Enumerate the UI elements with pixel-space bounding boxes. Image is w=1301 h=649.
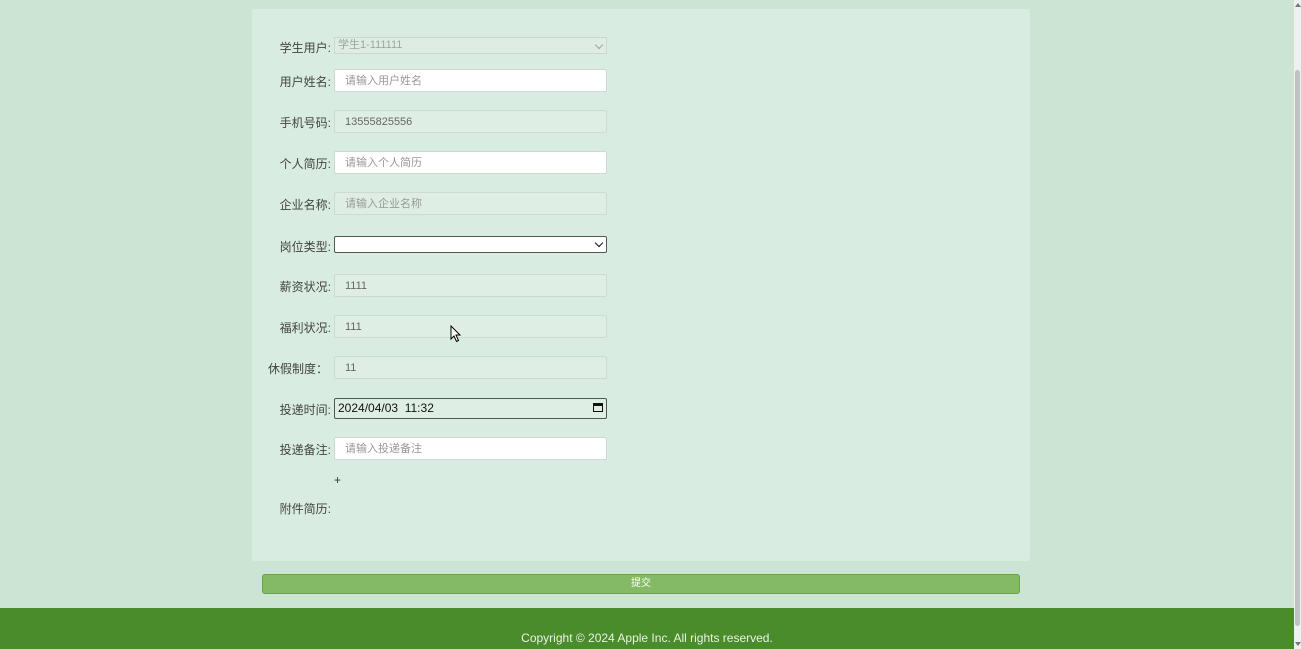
scrollbar-thumb[interactable]: [1295, 70, 1300, 626]
application-form: 学生用户: 学生1-111111 用户姓名: 手机号码: 个人简历: 企业名称:: [252, 9, 1030, 561]
attachment-label: 附件简历:: [279, 502, 331, 516]
vacation-label: 休假制度：: [267, 362, 328, 376]
form-row-attachment: 附件简历:: [252, 499, 1030, 523]
form-row-submit-time: 投递时间: 2024/04/03 11:32: [252, 397, 1030, 421]
submit-time-value: 2024/04/03 11:32: [338, 401, 434, 415]
top-strip: [252, 0, 1030, 9]
form-row-remark: 投递备注:: [252, 437, 1030, 461]
submit-time-input[interactable]: 2024/04/03 11:32: [334, 398, 607, 419]
form-row-phone: 手机号码:: [252, 110, 1030, 134]
job-type-select[interactable]: [334, 236, 607, 253]
salary-label: 薪资状况:: [279, 280, 331, 294]
form-row-company: 企业名称:: [252, 192, 1030, 216]
resume-label: 个人简历:: [279, 157, 331, 171]
form-row-user-name: 用户姓名:: [252, 69, 1030, 93]
vacation-input[interactable]: [334, 356, 607, 379]
form-row-benefits: 福利状况:: [252, 315, 1030, 339]
submit-button[interactable]: 提交: [262, 574, 1020, 594]
form-row-vacation: 休假制度：: [252, 356, 1030, 380]
user-name-input[interactable]: [334, 69, 607, 92]
scroll-up-icon[interactable]: [1295, 3, 1301, 7]
student-user-select: 学生1-111111: [334, 37, 607, 54]
benefits-label: 福利状况:: [279, 321, 331, 335]
benefits-input[interactable]: [334, 315, 607, 338]
form-row-resume: 个人简历:: [252, 151, 1030, 175]
page: 学生用户: 学生1-111111 用户姓名: 手机号码: 个人简历: 企业名称:: [0, 0, 1294, 649]
footer: Copyright © 2024 Apple Inc. All rights r…: [0, 608, 1294, 649]
form-row-salary: 薪资状况:: [252, 274, 1030, 298]
user-name-label: 用户姓名:: [279, 75, 331, 89]
upload-plus-button[interactable]: +: [334, 473, 341, 487]
salary-input[interactable]: [334, 274, 607, 297]
student-user-value: 学生1-111111: [338, 39, 403, 51]
submit-time-label: 投递时间:: [279, 403, 331, 417]
remark-label: 投递备注:: [279, 443, 331, 457]
scroll-down-icon[interactable]: [1295, 642, 1301, 646]
form-row-student-user: 学生用户: 学生1-111111: [252, 31, 1030, 55]
student-user-label: 学生用户:: [279, 41, 331, 55]
company-label: 企业名称:: [279, 198, 331, 212]
phone-input[interactable]: [334, 110, 607, 133]
remark-input[interactable]: [334, 437, 607, 460]
copyright-text: Copyright © 2024 Apple Inc. All rights r…: [521, 631, 773, 645]
phone-label: 手机号码:: [279, 116, 331, 130]
vertical-scrollbar[interactable]: [1294, 0, 1301, 649]
job-type-label: 岗位类型:: [279, 240, 331, 254]
form-row-job-type: 岗位类型:: [252, 233, 1030, 257]
mouse-cursor-icon: [450, 325, 462, 343]
calendar-icon[interactable]: [593, 403, 603, 412]
resume-input[interactable]: [334, 151, 607, 174]
chevron-down-icon: [594, 238, 604, 248]
chevron-down-icon: [594, 40, 604, 50]
company-input[interactable]: [334, 192, 607, 215]
